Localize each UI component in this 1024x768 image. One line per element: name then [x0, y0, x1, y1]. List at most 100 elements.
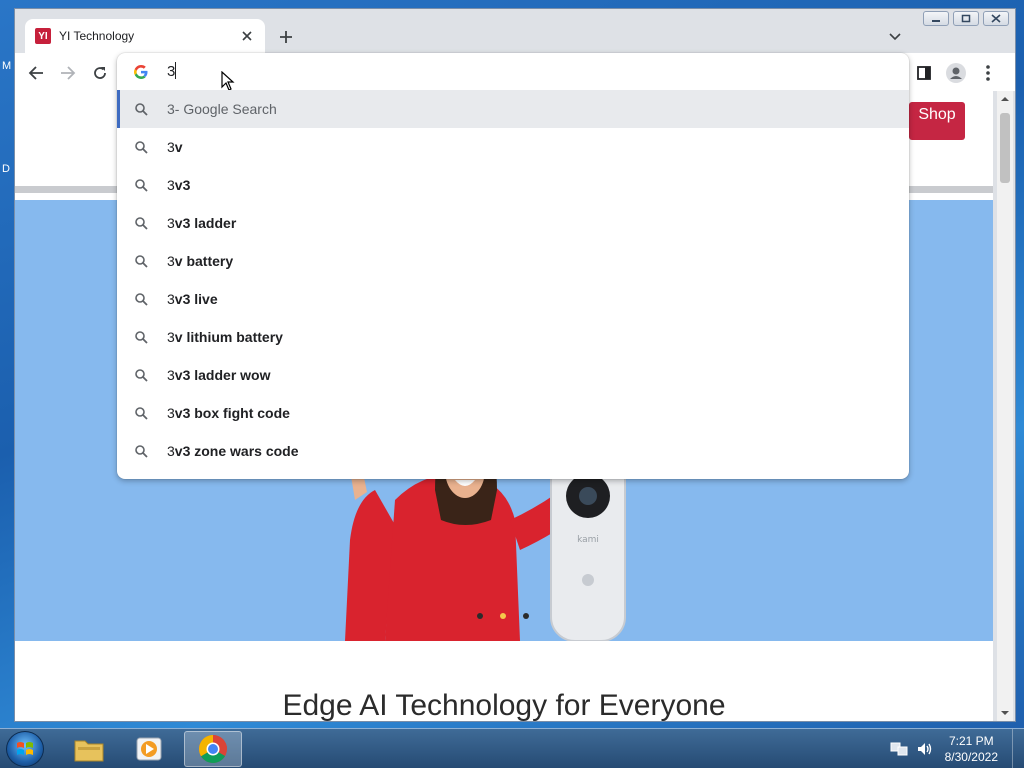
search-icon	[133, 139, 149, 155]
search-icon	[133, 291, 149, 307]
arrow-left-icon	[28, 66, 43, 80]
reload-icon	[94, 67, 106, 79]
suggestion-label: - Google Search	[174, 101, 277, 117]
back-button[interactable]	[25, 62, 47, 84]
media-player-icon	[136, 737, 162, 761]
suggestion-typed-text: 3	[167, 329, 175, 345]
scroll-up-icon[interactable]	[1001, 95, 1009, 103]
page-headline: Edge AI Technology for Everyone	[282, 689, 726, 721]
suggestion-item[interactable]: 3 v3 live	[117, 280, 909, 318]
profile-button[interactable]	[945, 62, 967, 84]
mouse-cursor-icon	[221, 71, 235, 91]
browser-window: YI YI Technology Shop kami Edge AI Techn…	[14, 8, 1016, 722]
desktop-icon-label-m: M	[2, 60, 12, 72]
suggestion-completion: v3 box fight code	[174, 405, 290, 421]
suggestion-completion: v3 ladder wow	[174, 367, 271, 383]
arrow-right-icon	[61, 66, 76, 80]
suggestion-list: 3 - Google Search 3v 3 v3 3 v3 ladder 3v b…	[117, 90, 909, 470]
menu-button[interactable]	[977, 62, 999, 84]
omnibox-input[interactable]	[167, 60, 867, 82]
search-icon	[133, 253, 149, 269]
google-g-icon	[134, 65, 148, 79]
taskbar-media-player[interactable]	[120, 731, 178, 767]
suggestion-completion: v3 zone wars code	[174, 443, 299, 459]
suggestion-google-search[interactable]: 3 - Google Search	[117, 90, 909, 128]
side-panel-icon	[917, 66, 931, 80]
search-icon	[133, 215, 149, 231]
tab-close-button[interactable]	[239, 28, 255, 44]
taskbar: 7:21 PM 8/30/2022	[0, 728, 1024, 768]
suggestion-typed-text: 3	[167, 405, 175, 421]
search-icon	[133, 177, 149, 193]
suggestion-completion: v3 live	[174, 291, 218, 307]
suggestion-item[interactable]: 3v lithium battery	[117, 318, 909, 356]
scroll-down-icon[interactable]	[1001, 709, 1009, 717]
search-icon	[133, 329, 149, 345]
close-window-button[interactable]	[983, 11, 1009, 26]
taskbar-clock[interactable]: 7:21 PM 8/30/2022	[945, 733, 998, 765]
suggestion-typed-text: 3	[167, 443, 175, 459]
carousel-dot[interactable]	[477, 613, 483, 619]
yi-favicon-icon: YI	[35, 28, 51, 44]
suggestion-completion: v	[174, 139, 183, 155]
browser-tab[interactable]: YI YI Technology	[25, 19, 265, 53]
reload-button[interactable]	[89, 62, 111, 84]
carousel-dots	[477, 613, 529, 619]
system-tray	[890, 741, 934, 757]
search-icon	[133, 367, 149, 383]
window-controls	[923, 11, 1009, 26]
suggestion-item[interactable]: 3 v3 ladder wow	[117, 356, 909, 394]
scroll-thumb[interactable]	[1000, 113, 1010, 183]
suggestion-completion: v lithium battery	[174, 329, 283, 345]
suggestion-typed-text: 3	[167, 177, 175, 193]
carousel-dot-active[interactable]	[500, 613, 506, 619]
minimize-button[interactable]	[923, 11, 949, 26]
suggestion-item[interactable]: 3 v3	[117, 166, 909, 204]
search-icon	[133, 405, 149, 421]
plus-icon	[280, 31, 292, 43]
search-icon	[133, 101, 149, 117]
suggestion-completion: v3	[174, 177, 191, 193]
minimize-icon	[932, 19, 940, 22]
network-icon[interactable]	[890, 741, 908, 757]
chevron-down-icon	[889, 33, 901, 41]
carousel-dot[interactable]	[523, 613, 529, 619]
page-scrollbar[interactable]	[997, 91, 1013, 721]
folder-icon	[74, 740, 104, 762]
chrome-icon	[199, 735, 227, 763]
suggestion-item[interactable]: 3 v3 box fight code	[117, 394, 909, 432]
suggestion-typed-text: 3	[167, 291, 175, 307]
suggestion-item[interactable]: 3v battery	[117, 242, 909, 280]
shop-button[interactable]: Shop	[909, 102, 965, 140]
tab-search-button[interactable]	[887, 29, 903, 45]
suggestion-completion: v battery	[174, 253, 234, 269]
clock-date: 8/30/2022	[944, 750, 998, 764]
tab-title: YI Technology	[59, 29, 135, 43]
side-panel-button[interactable]	[913, 62, 935, 84]
omnibox-input-row	[117, 53, 909, 91]
suggestion-item[interactable]: 3 v3 zone wars code	[117, 432, 909, 470]
kebab-menu-icon	[986, 65, 990, 81]
start-button[interactable]	[6, 731, 44, 767]
speaker-icon[interactable]	[916, 741, 934, 757]
suggestion-typed-text: 3	[167, 253, 175, 269]
omnibox-dropdown: 3 - Google Search 3v 3v3 3v3 ladder 3v b…	[117, 53, 909, 479]
doorbell-brand-text: kami	[577, 535, 599, 545]
suggestion-item[interactable]: 3 v3 ladder	[117, 204, 909, 242]
taskbar-chrome[interactable]	[184, 731, 242, 767]
search-icon	[133, 443, 149, 459]
suggestion-typed-text: 3	[167, 101, 175, 117]
close-icon	[242, 31, 252, 41]
desktop-icon-label-d: D	[2, 163, 10, 175]
show-desktop-button[interactable]	[1012, 729, 1024, 768]
restore-icon	[961, 14, 971, 23]
new-tab-button[interactable]	[275, 26, 297, 48]
suggestion-typed-text: 3	[167, 215, 175, 231]
close-icon	[991, 14, 1001, 23]
avatar-icon	[946, 63, 966, 83]
forward-button[interactable]	[57, 62, 79, 84]
restore-button[interactable]	[953, 11, 979, 26]
windows-logo-icon	[17, 742, 33, 755]
suggestion-item[interactable]: 3v	[117, 128, 909, 166]
taskbar-file-explorer[interactable]	[60, 731, 118, 767]
